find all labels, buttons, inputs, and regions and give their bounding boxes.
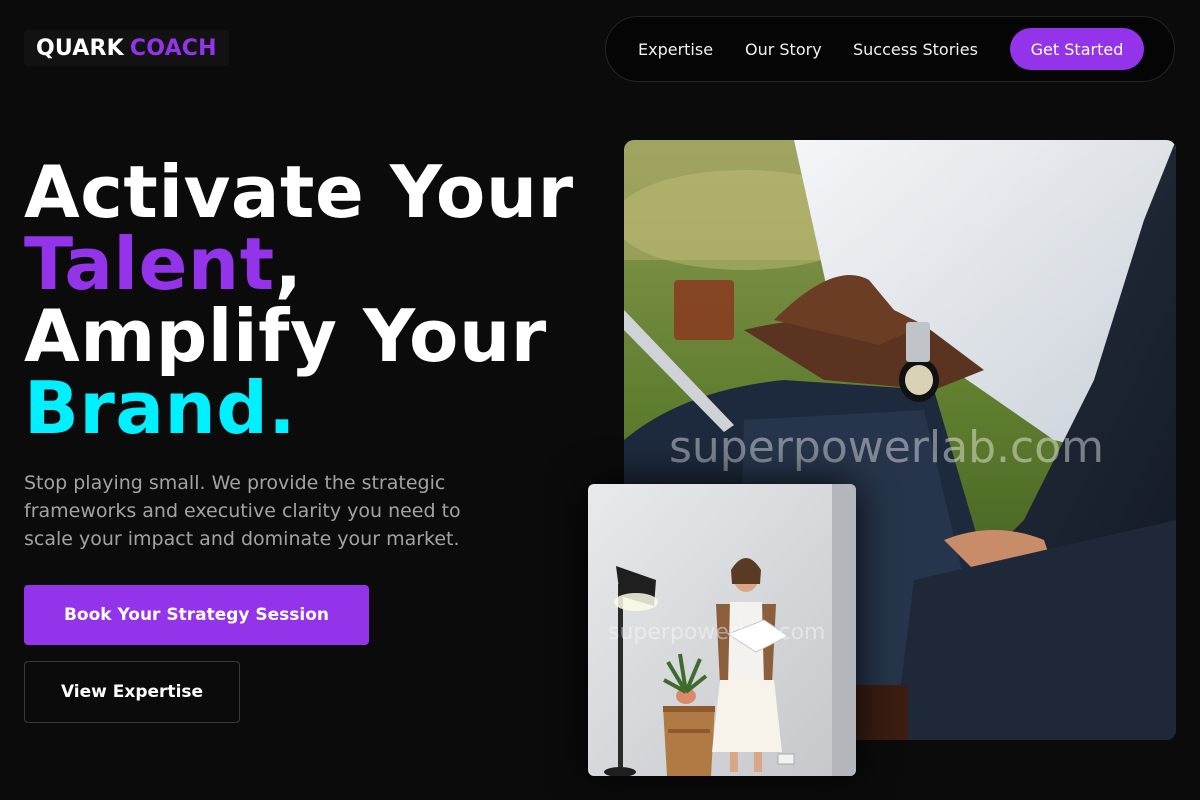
get-started-button[interactable]: Get Started <box>1010 28 1144 70</box>
hero-secondary-image: superpowerlab.com <box>588 484 856 776</box>
brand-word-quark: QUARK <box>36 35 124 61</box>
brand-logo[interactable]: QUARK COACH <box>24 30 229 66</box>
view-expertise-button[interactable]: View Expertise <box>24 661 240 723</box>
nav-link-our-story[interactable]: Our Story <box>745 17 822 81</box>
nav-link-success-stories[interactable]: Success Stories <box>853 17 978 81</box>
book-strategy-session-button[interactable]: Book Your Strategy Session <box>24 585 369 645</box>
headline-brand: Brand. <box>24 366 297 450</box>
landing-page: QUARK COACH Expertise Our Story Success … <box>0 0 1200 800</box>
main-image-watermark: superpowerlab.com <box>669 422 1104 473</box>
hero-subtitle: Stop playing small. We provide the strat… <box>24 472 461 550</box>
small-image-watermark: superpowerlab.com <box>608 620 826 645</box>
headline-line-2: Talent, <box>24 228 604 300</box>
headline-line-1: Activate Your <box>24 150 574 234</box>
nav-link-expertise[interactable]: Expertise <box>638 17 713 81</box>
brand-word-coach: COACH <box>129 35 217 61</box>
headline-line-3: Amplify Your <box>24 294 547 378</box>
main-nav: Expertise Our Story Success Stories Get … <box>605 16 1175 82</box>
hero-headline: Activate Your Talent, Amplify Your Brand… <box>24 156 604 444</box>
